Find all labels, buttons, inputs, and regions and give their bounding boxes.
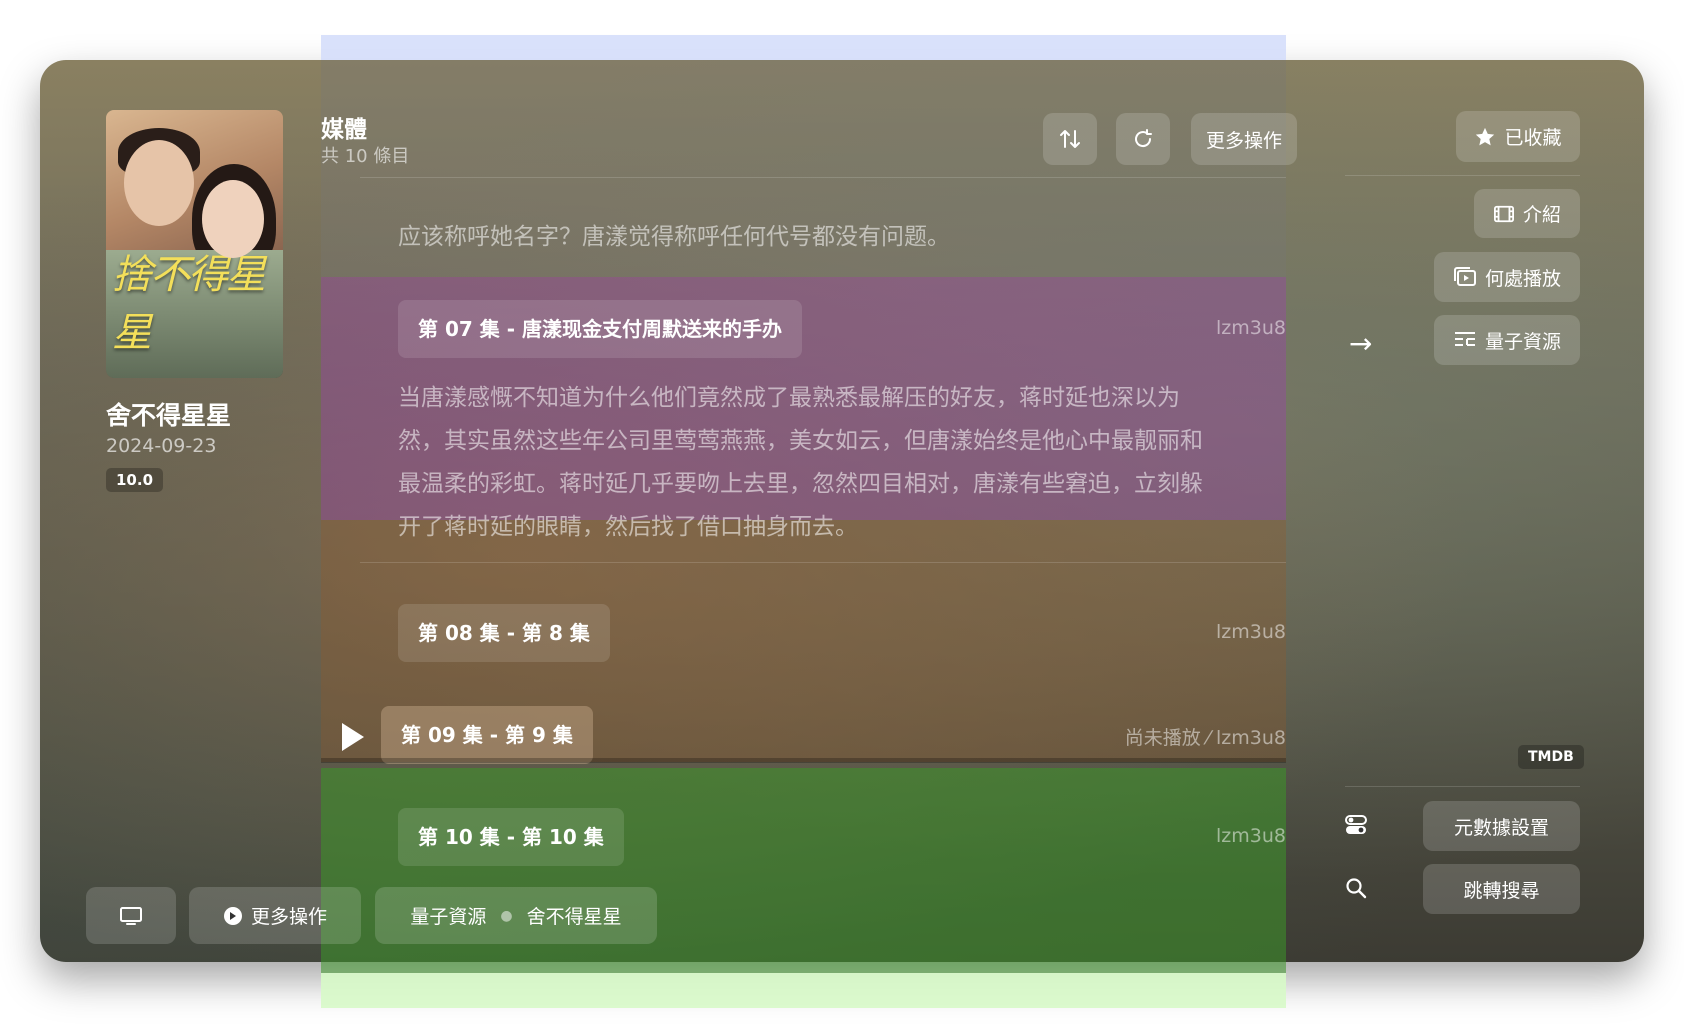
episode-row[interactable]: 第 08 集 - 第 8 集 lzm3u8: [321, 604, 1286, 664]
episode-row-current[interactable]: 第 09 集 - 第 9 集 尚未播放 ⁄ lzm3u8: [321, 706, 1286, 766]
where-play-button[interactable]: 何處播放: [1434, 252, 1580, 302]
header-divider: [360, 177, 1286, 178]
search-icon: [1344, 876, 1368, 900]
show-date: 2024-09-23: [106, 435, 217, 457]
episode-meta: lzm3u8: [1216, 317, 1286, 339]
source-show-button[interactable]: 量子資源 ● 舍不得星星: [375, 887, 657, 944]
more-actions-button[interactable]: 更多操作: [1191, 113, 1297, 165]
bottom-more-actions-button[interactable]: 更多操作: [189, 887, 361, 944]
episode-meta: 尚未播放 ⁄ lzm3u8: [1124, 727, 1286, 749]
separator-dot: ●: [500, 907, 513, 924]
arrow-right-icon: →: [1349, 327, 1373, 360]
source-button[interactable]: 量子資源: [1434, 315, 1580, 365]
source-label: 量子資源: [1484, 330, 1561, 353]
jump-search-label: 跳轉搜尋: [1463, 879, 1540, 902]
where-play-label: 何處播放: [1484, 267, 1561, 290]
more-actions-label: 更多操作: [1205, 129, 1282, 152]
screen-button[interactable]: [86, 887, 176, 944]
show-poster[interactable]: 捨不得星星: [106, 110, 283, 378]
rating-badge: 10.0: [106, 468, 164, 492]
metadata-settings-button[interactable]: 元數據設置: [1423, 801, 1580, 851]
metadata-settings-label: 元數據設置: [1453, 816, 1549, 839]
poster-title-art: 捨不得星星: [112, 252, 266, 356]
refresh-button[interactable]: [1116, 113, 1170, 165]
overlay-top: [321, 35, 1286, 60]
episode-row[interactable]: 第 10 集 - 第 10 集 lzm3u8: [321, 808, 1286, 868]
film-icon: [1493, 205, 1514, 222]
intro-label: 介紹: [1522, 204, 1561, 226]
star-icon: [1476, 127, 1495, 145]
show-title: 舍不得星星: [106, 401, 232, 430]
sort-icon: [1060, 130, 1080, 148]
right-divider-2: [1345, 786, 1580, 787]
episode-label[interactable]: 第 08 集 - 第 8 集: [398, 604, 610, 662]
tmdb-badge: TMDB: [1518, 745, 1584, 769]
overlay-bottom: [321, 973, 1286, 1008]
bottom-more-actions-label: 更多操作: [250, 906, 327, 928]
bottom-show-label: 舍不得星星: [526, 906, 622, 928]
episode-label[interactable]: 第 07 集 - 唐漾现金支付周默送来的手办: [398, 300, 802, 358]
episode-desc: 当唐漾感慨不知道为什么他们竟然成了最熟悉最解压的好友，蒋时延也深以为然，其实虽然…: [398, 385, 1203, 540]
favorite-label: 已收藏: [1504, 127, 1562, 149]
play-window-icon: [1453, 267, 1476, 286]
episode-divider: [360, 562, 1286, 563]
progress-track: [321, 758, 1286, 763]
refresh-icon: [1135, 129, 1152, 148]
bottom-source-label: 量子資源: [410, 906, 487, 928]
right-divider: [1345, 175, 1580, 176]
poster-face-2: [202, 180, 264, 258]
jump-search-button[interactable]: 跳轉搜尋: [1423, 864, 1580, 914]
episode-label[interactable]: 第 10 集 - 第 10 集: [398, 808, 624, 866]
monitor-icon: [120, 906, 142, 925]
favorite-button[interactable]: 已收藏: [1456, 111, 1580, 162]
episode-meta: lzm3u8: [1216, 825, 1286, 847]
media-count: 共 10 條目: [321, 146, 410, 167]
sort-button[interactable]: [1043, 113, 1097, 165]
play-circle-icon: [223, 906, 242, 925]
toggle-icon: [1344, 813, 1368, 837]
intro-button[interactable]: 介紹: [1474, 189, 1580, 238]
prev-episode-desc: 应该称呼她名字？唐漾觉得称呼任何代号都没有问题。: [398, 224, 950, 250]
episode-label[interactable]: 第 09 集 - 第 9 集: [381, 706, 593, 764]
episode-meta: lzm3u8: [1216, 621, 1286, 643]
server-icon: [1454, 332, 1475, 346]
poster-face-1: [124, 140, 194, 226]
episode-row[interactable]: 第 07 集 - 唐漾现金支付周默送来的手办 lzm3u8: [321, 300, 1286, 360]
media-title: 媒體: [321, 117, 367, 143]
